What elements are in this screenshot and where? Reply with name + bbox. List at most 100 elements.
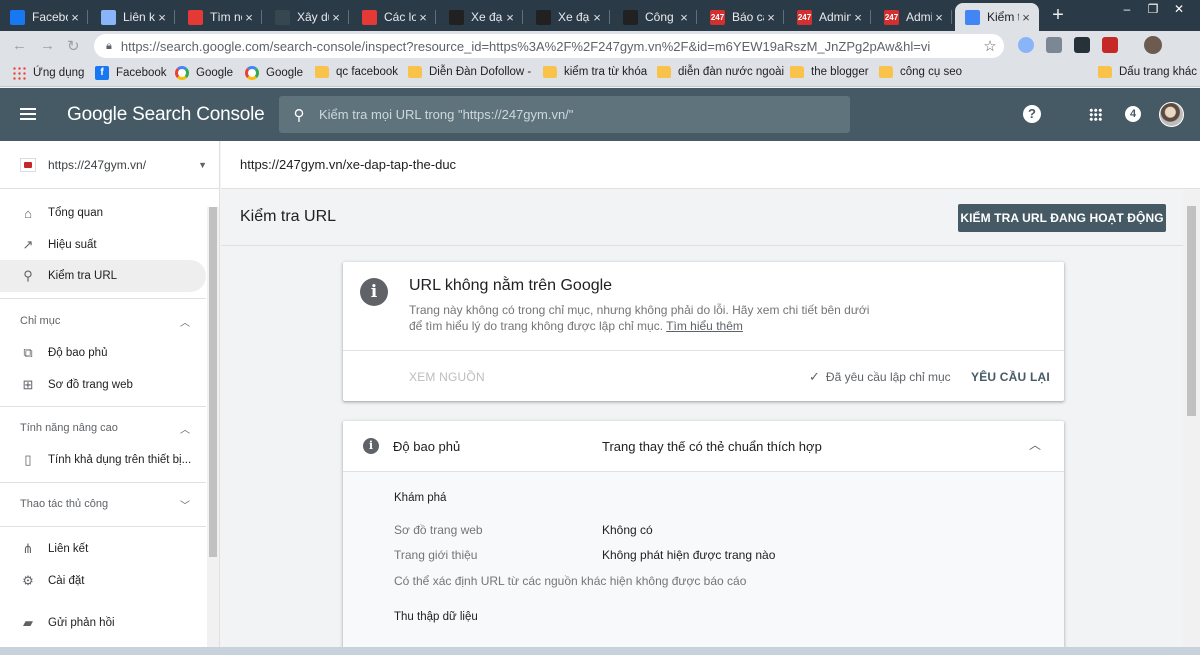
close-tab-icon[interactable]: ×	[503, 10, 517, 25]
bookmark-item[interactable]: Diễn Đàn Dofollow -	[408, 66, 531, 78]
close-tab-icon[interactable]: ×	[932, 10, 946, 25]
close-tab-icon[interactable]: ×	[677, 10, 691, 25]
sidebar-item-label: Cài đặt	[48, 575, 85, 587]
close-tab-icon[interactable]: ×	[242, 10, 256, 25]
sidebar-item-mobile-usability[interactable]: ▯ Tính khả dụng trên thiết bị...	[0, 444, 206, 476]
browser-tab[interactable]: Các lo ×	[352, 3, 436, 31]
section-manual-actions[interactable]: Thao tác thủ công ﹀	[0, 489, 206, 519]
help-icon[interactable]: ?	[1023, 105, 1041, 123]
sidebar-item-overview[interactable]: ⌂ Tổng quan	[0, 197, 206, 229]
maximize-button[interactable]: ❐	[1140, 0, 1166, 20]
browser-tab[interactable]: Kiểm t ×	[955, 3, 1039, 31]
learn-more-link[interactable]: Tìm hiểu thêm	[666, 319, 743, 333]
menu-icon[interactable]	[20, 108, 36, 120]
new-tab-button[interactable]: +	[1046, 4, 1070, 28]
bookmark-item[interactable]: Dấu trang khác	[1098, 66, 1197, 78]
extension-icon[interactable]	[1046, 37, 1062, 53]
tab-title[interactable]: Công t	[645, 10, 677, 24]
sidebar-item-links[interactable]: ⋔ Liên kết	[0, 533, 206, 565]
bookmark-item[interactable]: Google	[175, 66, 233, 80]
tab-title[interactable]: Admin	[906, 10, 932, 24]
test-live-url-button[interactable]: KIỂM TRA URL ĐANG HOẠT ĐỘNG	[958, 204, 1166, 232]
browser-tab[interactable]: Công t ×	[613, 3, 697, 31]
bookmark-item[interactable]: công cụ seo	[879, 66, 962, 78]
browser-tab[interactable]: 247 Admin×	[874, 3, 952, 31]
chevron-up-icon[interactable]: ︿	[180, 421, 190, 436]
tab-title[interactable]: Các lo	[384, 10, 416, 24]
close-tab-icon[interactable]: ×	[155, 10, 169, 25]
minimize-button[interactable]: –	[1114, 0, 1140, 20]
chevron-down-icon[interactable]: ﹀	[180, 497, 190, 512]
profile-icon[interactable]	[1144, 36, 1162, 54]
tab-title[interactable]: Tìm nơ	[210, 10, 242, 24]
bookmark-item[interactable]: kiểm tra từ khóa	[543, 66, 647, 78]
forward-icon[interactable]: →	[40, 37, 55, 54]
dropdown-caret-icon[interactable]: ▼	[198, 160, 207, 170]
tab-title[interactable]: Kiểm t	[987, 10, 1019, 24]
back-icon[interactable]: ←	[12, 37, 27, 54]
close-tab-icon[interactable]: ×	[764, 10, 778, 25]
close-tab-icon[interactable]: ×	[68, 10, 82, 25]
sidebar-item-feedback[interactable]: ▰ Gửi phản hồi	[0, 607, 206, 639]
sidebar-item-performance[interactable]: ↗ Hiệu suất	[0, 229, 206, 261]
browser-tab[interactable]: Liên kế×	[91, 3, 175, 31]
sidebar-item-label: Tổng quan	[48, 207, 103, 219]
section-index[interactable]: Chỉ mục ︿	[0, 306, 206, 336]
chevron-up-icon[interactable]: ︿	[1029, 436, 1041, 453]
extension-icon[interactable]	[1102, 37, 1118, 53]
browser-tab[interactable]: Xe đạp×	[439, 3, 523, 31]
tab-title[interactable]: Xây dự	[297, 10, 329, 24]
sidebar-scrollbar[interactable]: ▼	[207, 207, 219, 655]
address-bar[interactable]: 🔒︎ https://search.google.com/search-cons…	[94, 34, 1004, 58]
browser-tab[interactable]: Xe đạp×	[526, 3, 610, 31]
address-url[interactable]: https://search.google.com/search-console…	[121, 39, 976, 54]
tab-favicon-icon	[965, 9, 980, 25]
extension-icon[interactable]	[1018, 37, 1034, 53]
search-placeholder[interactable]: Kiểm tra mọi URL trong "https://247gym.v…	[319, 107, 573, 122]
request-again-button[interactable]: YÊU CẦU LẠI	[971, 370, 1050, 384]
notifications-badge[interactable]: 4	[1125, 106, 1141, 122]
browser-tab[interactable]: Tìm nơ×	[178, 3, 262, 31]
property-selector[interactable]: https://247gym.vn/ ▼	[0, 141, 219, 189]
bookmark-item[interactable]: diễn đàn nước ngoài	[657, 66, 784, 78]
section-enhancements[interactable]: Tính năng nâng cao ︿	[0, 413, 206, 443]
coverage-header[interactable]: i Độ bao phủ Trang thay thế có thẻ chuẩn…	[343, 421, 1064, 472]
browser-tab[interactable]: Facebo×	[0, 3, 88, 31]
scrollbar-thumb[interactable]	[1187, 206, 1196, 416]
tab-title[interactable]: Báo cá	[732, 10, 764, 24]
bookmark-item[interactable]: f Facebook	[95, 66, 167, 80]
sidebar-item-coverage[interactable]: ⧉ Độ bao phủ	[0, 337, 206, 369]
reload-icon[interactable]: ↻	[67, 37, 80, 55]
tab-title[interactable]: Liên kế	[123, 10, 155, 24]
close-tab-icon[interactable]: ×	[416, 10, 430, 25]
close-window-button[interactable]: ✕	[1166, 0, 1192, 20]
sidebar-item-sitemaps[interactable]: ⊞ Sơ đồ trang web	[0, 369, 206, 401]
brand-logo[interactable]: Google Search Console	[67, 104, 265, 126]
sidebar-item-url-inspection[interactable]: ⚲ Kiểm tra URL	[0, 260, 206, 292]
tab-title[interactable]: Admin	[819, 10, 851, 24]
bookmark-item[interactable]: the blogger	[790, 66, 869, 78]
bookmark-item[interactable]: Ứng dụng	[12, 66, 84, 80]
apps-grid-icon[interactable]	[1089, 108, 1102, 121]
bookmark-item[interactable]: Google	[245, 66, 303, 80]
chevron-up-icon[interactable]: ︿	[180, 314, 190, 329]
avatar[interactable]	[1159, 102, 1184, 127]
bookmark-star-icon[interactable]: ☆	[976, 37, 1004, 55]
close-tab-icon[interactable]: ×	[851, 10, 865, 25]
view-source-button[interactable]: XEM NGUỒN	[409, 370, 485, 384]
browser-tab[interactable]: Xây dự×	[265, 3, 349, 31]
main-scrollbar[interactable]	[1183, 190, 1200, 655]
tab-title[interactable]: Xe đạp	[471, 10, 503, 24]
close-tab-icon[interactable]: ×	[590, 10, 604, 25]
browser-tab[interactable]: 247 Báo cá×	[700, 3, 784, 31]
scrollbar-thumb[interactable]	[209, 207, 217, 557]
tab-title[interactable]: Xe đạp	[558, 10, 590, 24]
extension-icon[interactable]	[1074, 37, 1090, 53]
close-tab-icon[interactable]: ×	[329, 10, 343, 25]
url-inspect-search[interactable]: ⚲ Kiểm tra mọi URL trong "https://247gym…	[279, 96, 850, 133]
sidebar-item-settings[interactable]: ⚙ Cài đặt	[0, 565, 206, 597]
browser-tab[interactable]: 247 Admin×	[787, 3, 871, 31]
bookmark-item[interactable]: qc facebook	[315, 66, 398, 78]
close-tab-icon[interactable]: ×	[1019, 10, 1033, 25]
tab-title[interactable]: Facebo	[32, 10, 68, 24]
